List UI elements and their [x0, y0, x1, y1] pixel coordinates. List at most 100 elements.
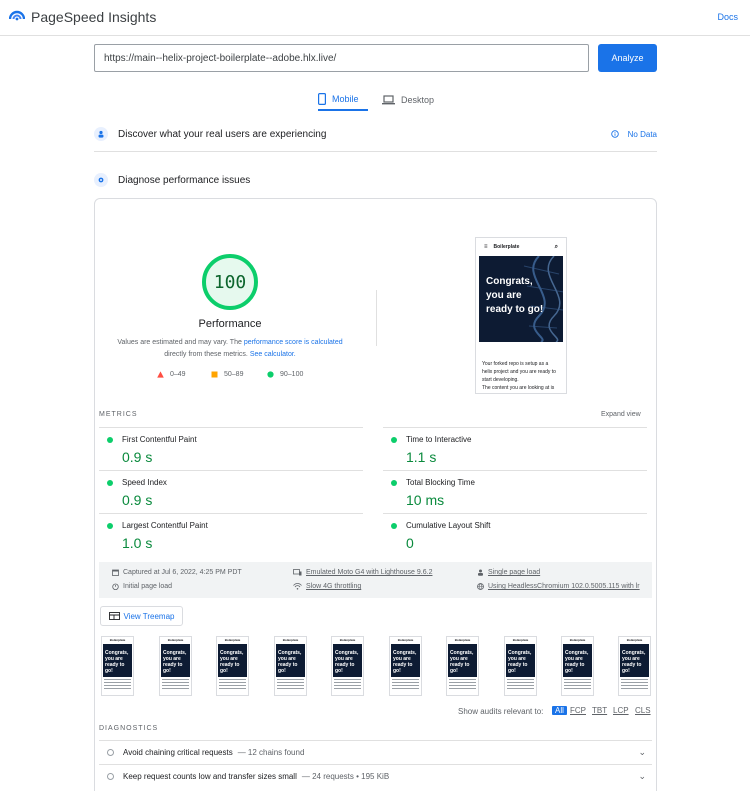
no-data-link[interactable]: No Data [610, 129, 657, 139]
frame-text-lines [562, 677, 593, 693]
legend-pass: 90–100 [267, 371, 303, 378]
session-info[interactable]: Single page load [477, 569, 540, 576]
frame-title: Boilerplate [569, 638, 586, 642]
metric-name: Speed Index [122, 478, 167, 487]
performance-score-gauge: 100 [202, 254, 258, 310]
browser-label: Using HeadlessChromium 102.0.5005.115 wi… [488, 583, 640, 590]
informative-circle-icon [107, 773, 114, 780]
no-data-label: No Data [627, 129, 657, 139]
hamburger-menu-icon: ≡ [484, 244, 488, 250]
view-treemap-label: View Treemap [123, 611, 175, 621]
audit-filter-label: Show audits relevant to: [458, 707, 544, 716]
pass-dot-icon [391, 437, 397, 443]
frame-title: Boilerplate [397, 638, 414, 642]
filmstrip-frame[interactable]: Boilerplate Congrats, you are ready to go! [446, 636, 479, 696]
score-calculated-link[interactable]: performance score is calculated [244, 339, 343, 346]
metric-speed-index: Speed Index 0.9 s [99, 470, 363, 513]
pass-circle-icon [267, 371, 274, 378]
audit-row[interactable]: Keep request counts low and transfer siz… [99, 764, 652, 788]
docs-link[interactable]: Docs [717, 12, 738, 22]
screenshot-hero: Congrats, you are ready to go! [479, 256, 563, 342]
legend-fail-label: 0–49 [170, 371, 186, 378]
chevron-down-icon: ⌄ [638, 771, 646, 781]
url-input[interactable]: https://main--helix-project-boilerplate-… [94, 44, 589, 72]
legend-average: 50–89 [211, 371, 243, 378]
filter-chip-cls[interactable]: CLS [635, 706, 651, 715]
frame-text-lines [447, 677, 478, 693]
frame-hero: Congrats, you are ready to go! [333, 644, 362, 677]
frame-line-3: ready to go! [220, 662, 240, 674]
filmstrip-frame[interactable]: Boilerplate Congrats, you are ready to go! [504, 636, 537, 696]
frame-title: Boilerplate [339, 638, 356, 642]
throttling-label: Slow 4G throttling [306, 583, 362, 590]
metric-value: 0 [406, 535, 414, 551]
audit-row[interactable]: Avoid chaining critical requests — 12 ch… [99, 740, 652, 764]
frame-hero: Congrats, you are ready to go! [391, 644, 420, 677]
load-label: Initial page load [123, 583, 173, 590]
analyze-button[interactable]: Analyze [598, 44, 657, 72]
diagnostics-heading: DIAGNOSTICS [99, 725, 159, 732]
filmstrip-frame[interactable]: Boilerplate Congrats, you are ready to go! [159, 636, 192, 696]
globe-icon [477, 583, 484, 590]
tab-desktop[interactable]: Desktop [382, 89, 442, 111]
filter-chip-lcp[interactable]: LCP [613, 706, 629, 715]
frame-line-3: ready to go! [622, 662, 642, 674]
frame-line-3: ready to go! [508, 662, 528, 674]
filmstrip-frame[interactable]: Boilerplate Congrats, you are ready to go! [216, 636, 249, 696]
frame-line-3: ready to go! [163, 662, 183, 674]
search-icon: ⌕ [554, 243, 558, 250]
frame-text-lines [619, 677, 650, 693]
see-calculator-link[interactable]: See calculator. [250, 351, 296, 358]
metric-value: 10 ms [406, 492, 445, 508]
frame-text-lines [332, 677, 363, 693]
lab-data-row: Diagnose performance issues [94, 169, 657, 191]
info-icon [610, 130, 619, 138]
metric-value: 1.1 s [406, 449, 437, 465]
frame-line-3: ready to go! [278, 662, 298, 674]
metric-value: 0.9 s [122, 492, 153, 508]
frame-hero: Congrats, you are ready to go! [218, 644, 247, 677]
filmstrip-frame[interactable]: Boilerplate Congrats, you are ready to go! [274, 636, 307, 696]
device-label: Emulated Moto G4 with Lighthouse 9.6.2 [306, 569, 433, 576]
frame-line-3: ready to go! [335, 662, 355, 674]
brand-logo-link[interactable]: PageSpeed Insights [8, 7, 156, 26]
tab-mobile[interactable]: Mobile [318, 89, 368, 111]
filmstrip-frame[interactable]: Boilerplate Congrats, you are ready to go! [618, 636, 651, 696]
devices-icon [293, 569, 302, 576]
run-info-bar [99, 562, 652, 598]
body-line-1: Your forked repo is setup as a [482, 361, 549, 367]
filmstrip-frame[interactable]: Boilerplate Congrats, you are ready to go! [561, 636, 594, 696]
filmstrip-frame[interactable]: Boilerplate Congrats, you are ready to go! [101, 636, 134, 696]
filter-chip-fcp[interactable]: FCP [570, 706, 586, 715]
device-info[interactable]: Emulated Moto G4 with Lighthouse 9.6.2 [293, 569, 432, 576]
frame-line-3: ready to go! [105, 662, 125, 674]
informative-circle-icon [107, 749, 114, 756]
throttling-info[interactable]: Slow 4G throttling [293, 583, 361, 590]
audit-title: Keep request counts low and transfer siz… [123, 772, 297, 781]
frame-title: Boilerplate [626, 638, 643, 642]
captured-label: Captured at Jul 6, 2022, 4:25 PM PDT [123, 569, 242, 576]
filmstrip-frame[interactable]: Boilerplate Congrats, you are ready to go! [389, 636, 422, 696]
metric-name: First Contentful Paint [122, 435, 197, 444]
frame-title: Boilerplate [224, 638, 241, 642]
filter-chip-all[interactable]: All [552, 706, 567, 715]
final-screenshot[interactable]: ≡ Boilerplate ⌕ Congrats, you are ready … [475, 237, 567, 394]
filter-chip-tbt[interactable]: TBT [592, 706, 607, 715]
frame-text-lines [505, 677, 536, 693]
pass-dot-icon [107, 480, 113, 486]
expand-view-toggle[interactable]: Expand view [601, 411, 641, 418]
pagespeed-logo-icon [8, 7, 26, 26]
treemap-icon [108, 612, 120, 620]
frame-line-3: ready to go! [565, 662, 585, 674]
pass-dot-icon [391, 480, 397, 486]
chevron-down-icon: ⌄ [638, 747, 646, 757]
metric-name: Cumulative Layout Shift [406, 521, 491, 530]
view-treemap-button[interactable]: View Treemap [100, 606, 183, 626]
browser-info[interactable]: Using HeadlessChromium 102.0.5005.115 wi… [477, 583, 640, 590]
filmstrip-frame[interactable]: Boilerplate Congrats, you are ready to go! [331, 636, 364, 696]
captured-info: Captured at Jul 6, 2022, 4:25 PM PDT [112, 569, 242, 576]
divider [94, 151, 657, 152]
frame-line-3: ready to go! [450, 662, 470, 674]
frame-text-lines [275, 677, 306, 693]
lab-flask-icon [94, 173, 108, 187]
